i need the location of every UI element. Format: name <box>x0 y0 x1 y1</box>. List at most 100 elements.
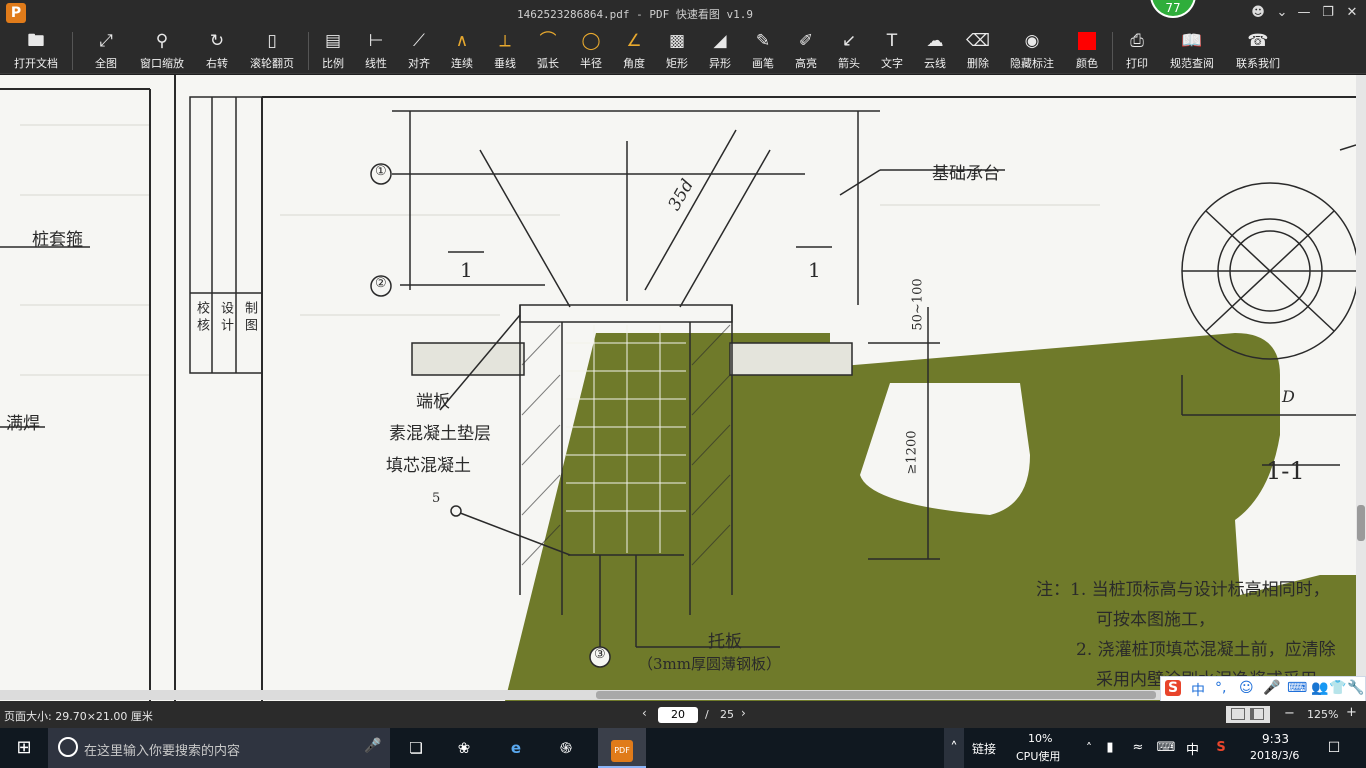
highlight-button[interactable]: ✐ 高亮 <box>789 30 823 72</box>
toolbar-label: 打印 <box>1126 57 1148 70</box>
edge-browser-icon[interactable]: e <box>500 728 532 768</box>
text-button[interactable]: T 文字 <box>875 30 909 72</box>
vertical-scrollbar[interactable] <box>1356 75 1366 701</box>
ime-chinese-mode[interactable]: 中 <box>1191 680 1205 700</box>
delete-button[interactable]: ⌫ 删除 <box>961 30 995 72</box>
vertical-scroll-thumb[interactable] <box>1357 505 1365 541</box>
pdf-viewer-taskbar-button[interactable]: PDF <box>598 728 646 768</box>
minimize-button[interactable]: — <box>1294 4 1314 22</box>
total-pages: 25 <box>720 708 734 721</box>
page-number-input[interactable]: 20 <box>658 707 698 723</box>
view-mode-toggle[interactable] <box>1226 706 1270 723</box>
ime-toolbar[interactable]: S 中 °, ☺ 🎤 ⌨ 👥 👕 🔧 <box>1160 676 1366 702</box>
ime-tools-icon[interactable]: 🔧 <box>1347 680 1364 696</box>
single-page-icon[interactable] <box>1231 708 1245 720</box>
link-label[interactable]: 链接 <box>972 740 996 757</box>
toolbar-label: 箭头 <box>838 57 860 70</box>
keyboard-icon[interactable]: ⌨ <box>1154 728 1178 768</box>
arc-icon: ⌒ <box>539 31 557 51</box>
radius-measure-button[interactable]: ◯ 半径 <box>574 30 608 72</box>
rectangle-area-button[interactable]: ▩ 矩形 <box>660 30 694 72</box>
ime-skin-icon[interactable]: 👕 <box>1329 680 1346 696</box>
clock-date[interactable]: 2018/3/6 <box>1250 749 1299 762</box>
align-measure-button[interactable]: ⟋ 对齐 <box>402 30 436 72</box>
search-box[interactable]: 在这里输入你要搜索的内容 🎤 <box>48 728 390 768</box>
perpendicular-measure-button[interactable]: ⟂ 垂线 <box>488 30 522 72</box>
sogou-tray-icon[interactable]: S <box>1210 728 1232 768</box>
continuous-measure-button[interactable]: ∧ 连续 <box>445 30 479 72</box>
title-block-design: 设 计 <box>218 301 233 332</box>
page-size-text: 页面大小: 29.70×21.00 厘米 <box>4 710 153 723</box>
window-zoom-button[interactable]: ⚲ 窗口缩放 <box>134 30 190 72</box>
hide-annotations-button[interactable]: ◉ 隐藏标注 <box>1004 30 1060 72</box>
user-icon[interactable]: ☻ <box>1248 4 1268 22</box>
angle-measure-button[interactable]: ∠ 角度 <box>617 30 651 72</box>
standards-lookup-button[interactable]: 📖 规范查阅 <box>1164 30 1220 72</box>
linear-measure-button[interactable]: ⊢ 线性 <box>359 30 393 72</box>
clock-time[interactable]: 9:33 <box>1262 732 1289 746</box>
rotate-right-button[interactable]: ↻ 右转 <box>200 30 234 72</box>
ime-emoji-icon[interactable]: ☺ <box>1239 680 1254 696</box>
ime-users-icon[interactable]: 👥 <box>1311 680 1328 696</box>
contact-us-button[interactable]: ☎ 联系我们 <box>1230 30 1286 72</box>
swirl-app-icon[interactable]: ֍ <box>550 728 582 768</box>
open-document-button[interactable]: 🖿 打开文档 <box>8 30 64 72</box>
arrow-button[interactable]: ↙ 箭头 <box>832 30 866 72</box>
zoom-in-button[interactable]: + <box>1346 705 1357 720</box>
shape-icon: ◢ <box>713 31 727 51</box>
callout-5: 5 <box>432 491 441 506</box>
ime-indicator[interactable]: 中 <box>1186 739 1199 758</box>
maximize-button[interactable]: ❐ <box>1318 4 1338 22</box>
scale-button[interactable]: ▤ 比例 <box>316 30 350 72</box>
continuous-page-icon[interactable] <box>1250 708 1264 720</box>
prev-page-button[interactable]: ‹ <box>642 706 647 720</box>
ime-voice-icon[interactable]: 🎤 <box>1263 680 1280 696</box>
folder-icon: 🖿 <box>27 31 45 51</box>
zoom-icon: ⚲ <box>155 31 169 51</box>
zoom-out-button[interactable]: − <box>1284 706 1295 721</box>
section-mark-right: 1 <box>808 258 821 282</box>
color-button[interactable]: 颜色 <box>1070 30 1104 72</box>
start-button[interactable]: ⊞ <box>6 728 42 768</box>
tray-expand-icon[interactable]: ˄ <box>1080 728 1098 768</box>
title-bar: P 1462523286864.pdf - PDF 快速看图 v1.9 77 ☻… <box>0 0 1366 26</box>
sogou-logo-icon[interactable]: S <box>1165 680 1182 696</box>
label-tray-plate-note: （3mm厚圆薄钢板） <box>638 655 781 673</box>
battery-icon[interactable]: ▮ <box>1100 728 1120 768</box>
label-end-plate: 端板 <box>416 392 450 412</box>
cpu-percent: 10% <box>1028 732 1053 745</box>
cloud-line-button[interactable]: ☁ 云线 <box>918 30 952 72</box>
arrow-icon: ↙ <box>841 31 857 51</box>
tray-scroll-up[interactable]: ˄ <box>944 728 964 768</box>
window-title: 1462523286864.pdf - PDF 快速看图 v1.9 <box>516 8 754 21</box>
arc-length-button[interactable]: ⌒ 弧长 <box>531 30 565 72</box>
eraser-icon: ⌫ <box>966 31 991 51</box>
microphone-icon[interactable]: 🎤 <box>364 738 381 754</box>
wheel-page-button[interactable]: ▯ 滚轮翻页 <box>244 30 300 72</box>
pdf-app-icon: PDF <box>611 740 633 762</box>
next-page-button[interactable]: › <box>741 706 746 720</box>
page-separator: / <box>705 708 709 721</box>
ime-punctuation[interactable]: °, <box>1215 680 1226 696</box>
pen-button[interactable]: ✎ 画笔 <box>746 30 780 72</box>
close-button[interactable]: ✕ <box>1342 4 1362 22</box>
scale-icon: ▤ <box>324 31 342 51</box>
toolbar-label: 全图 <box>95 57 117 70</box>
toolbar-label: 文字 <box>881 57 903 70</box>
irregular-area-button[interactable]: ◢ 异形 <box>703 30 737 72</box>
task-view-icon[interactable]: ❏ <box>400 728 432 768</box>
toolbar-label: 云线 <box>924 57 946 70</box>
fan-app-icon[interactable]: ❀ <box>448 728 480 768</box>
ime-keyboard-icon[interactable]: ⌨ <box>1287 680 1307 696</box>
horizontal-scroll-thumb[interactable] <box>596 691 1156 699</box>
wifi-icon[interactable]: ≈ <box>1128 728 1148 768</box>
rect-icon: ▩ <box>668 31 686 51</box>
toolbar-label: 弧长 <box>537 57 559 70</box>
status-bar: 页面大小: 29.70×21.00 厘米 ‹ 20 / 25 › − 125% … <box>0 701 1366 728</box>
toolbar-label: 滚轮翻页 <box>250 57 294 70</box>
document-viewer[interactable]: 桩套箍 满焊 基础承台 端板 素混凝土垫层 填芯混凝土 托板 （3mm厚圆薄钢板… <box>0 75 1356 701</box>
fit-page-button[interactable]: ⤢ 全图 <box>88 30 124 72</box>
menu-chevron-icon[interactable]: ⌄ <box>1272 4 1292 22</box>
print-button[interactable]: ⎙ 打印 <box>1120 30 1154 72</box>
notifications-icon[interactable]: ☐ <box>1322 728 1346 768</box>
